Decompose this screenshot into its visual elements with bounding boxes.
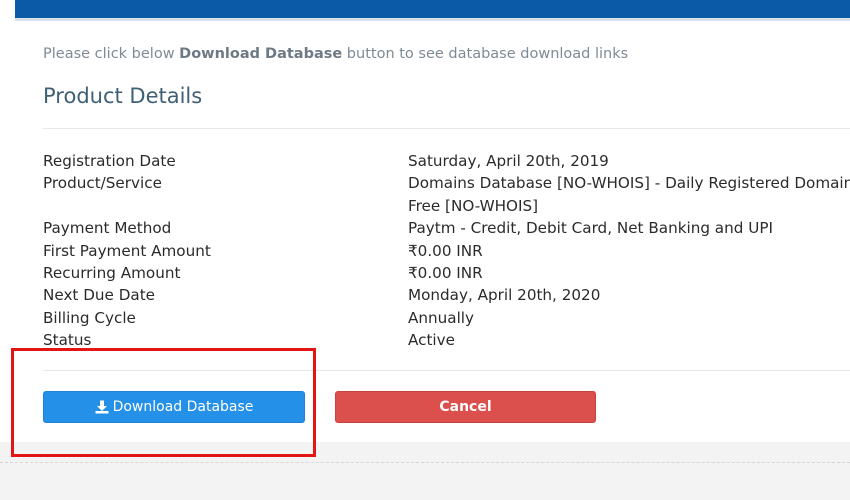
detail-row-registration-date: Registration Date Saturday, April 20th, … — [43, 150, 850, 172]
header-bar-edge — [15, 18, 850, 21]
intro-text-before: Please click below — [43, 46, 180, 62]
detail-row-billing-cycle: Billing Cycle Annually — [43, 307, 850, 329]
detail-label: Product/Service — [43, 174, 162, 193]
intro-text: Please click below Download Database but… — [43, 46, 628, 62]
detail-value: Monday, April 20th, 2020 — [408, 286, 601, 305]
footer-divider — [0, 462, 850, 464]
status-badge: Active — [408, 331, 455, 350]
detail-label: Recurring Amount — [43, 264, 181, 283]
header-bar — [15, 0, 850, 18]
detail-value: Paytm - Credit, Debit Card, Net Banking … — [408, 219, 773, 238]
detail-value: ₹0.00 INR — [408, 241, 483, 260]
detail-row-product-service: Product/Service Domains Database [NO-WHO… — [43, 172, 850, 217]
detail-label: Billing Cycle — [43, 308, 136, 327]
divider-top — [43, 128, 850, 129]
detail-label: Payment Method — [43, 219, 172, 238]
detail-value: Annually — [408, 308, 475, 327]
detail-row-payment-method: Payment Method Paytm - Credit, Debit Car… — [43, 217, 850, 239]
cancel-label: Cancel — [439, 399, 492, 415]
details-table: Registration Date Saturday, April 20th, … — [43, 150, 850, 352]
detail-value: Saturday, April 20th, 2019 — [408, 152, 609, 170]
intro-text-after: button to see database download links — [342, 46, 629, 62]
detail-value-line2: Free [NO-WHOIS] — [408, 196, 539, 215]
highlight-annotation-box — [11, 348, 316, 457]
detail-value-multiline: Domains Database [NO-WHOIS] - Daily Regi… — [408, 172, 850, 217]
detail-label: First Payment Amount — [43, 241, 211, 260]
detail-value: ₹0.00 INR — [408, 264, 483, 283]
cancel-button[interactable]: Cancel — [335, 391, 596, 423]
detail-value: Domains Database [NO-WHOIS] - Daily Regi… — [408, 174, 850, 193]
detail-label: Next Due Date — [43, 286, 156, 305]
detail-row-first-payment-amount: First Payment Amount ₹0.00 INR — [43, 240, 850, 262]
detail-row-recurring-amount: Recurring Amount ₹0.00 INR — [43, 262, 850, 284]
detail-row-next-due-date: Next Due Date Monday, April 20th, 2020 — [43, 284, 850, 306]
intro-text-bold: Download Database — [179, 46, 343, 62]
page-title: Product Details — [43, 84, 203, 108]
detail-label: Registration Date — [43, 152, 176, 170]
